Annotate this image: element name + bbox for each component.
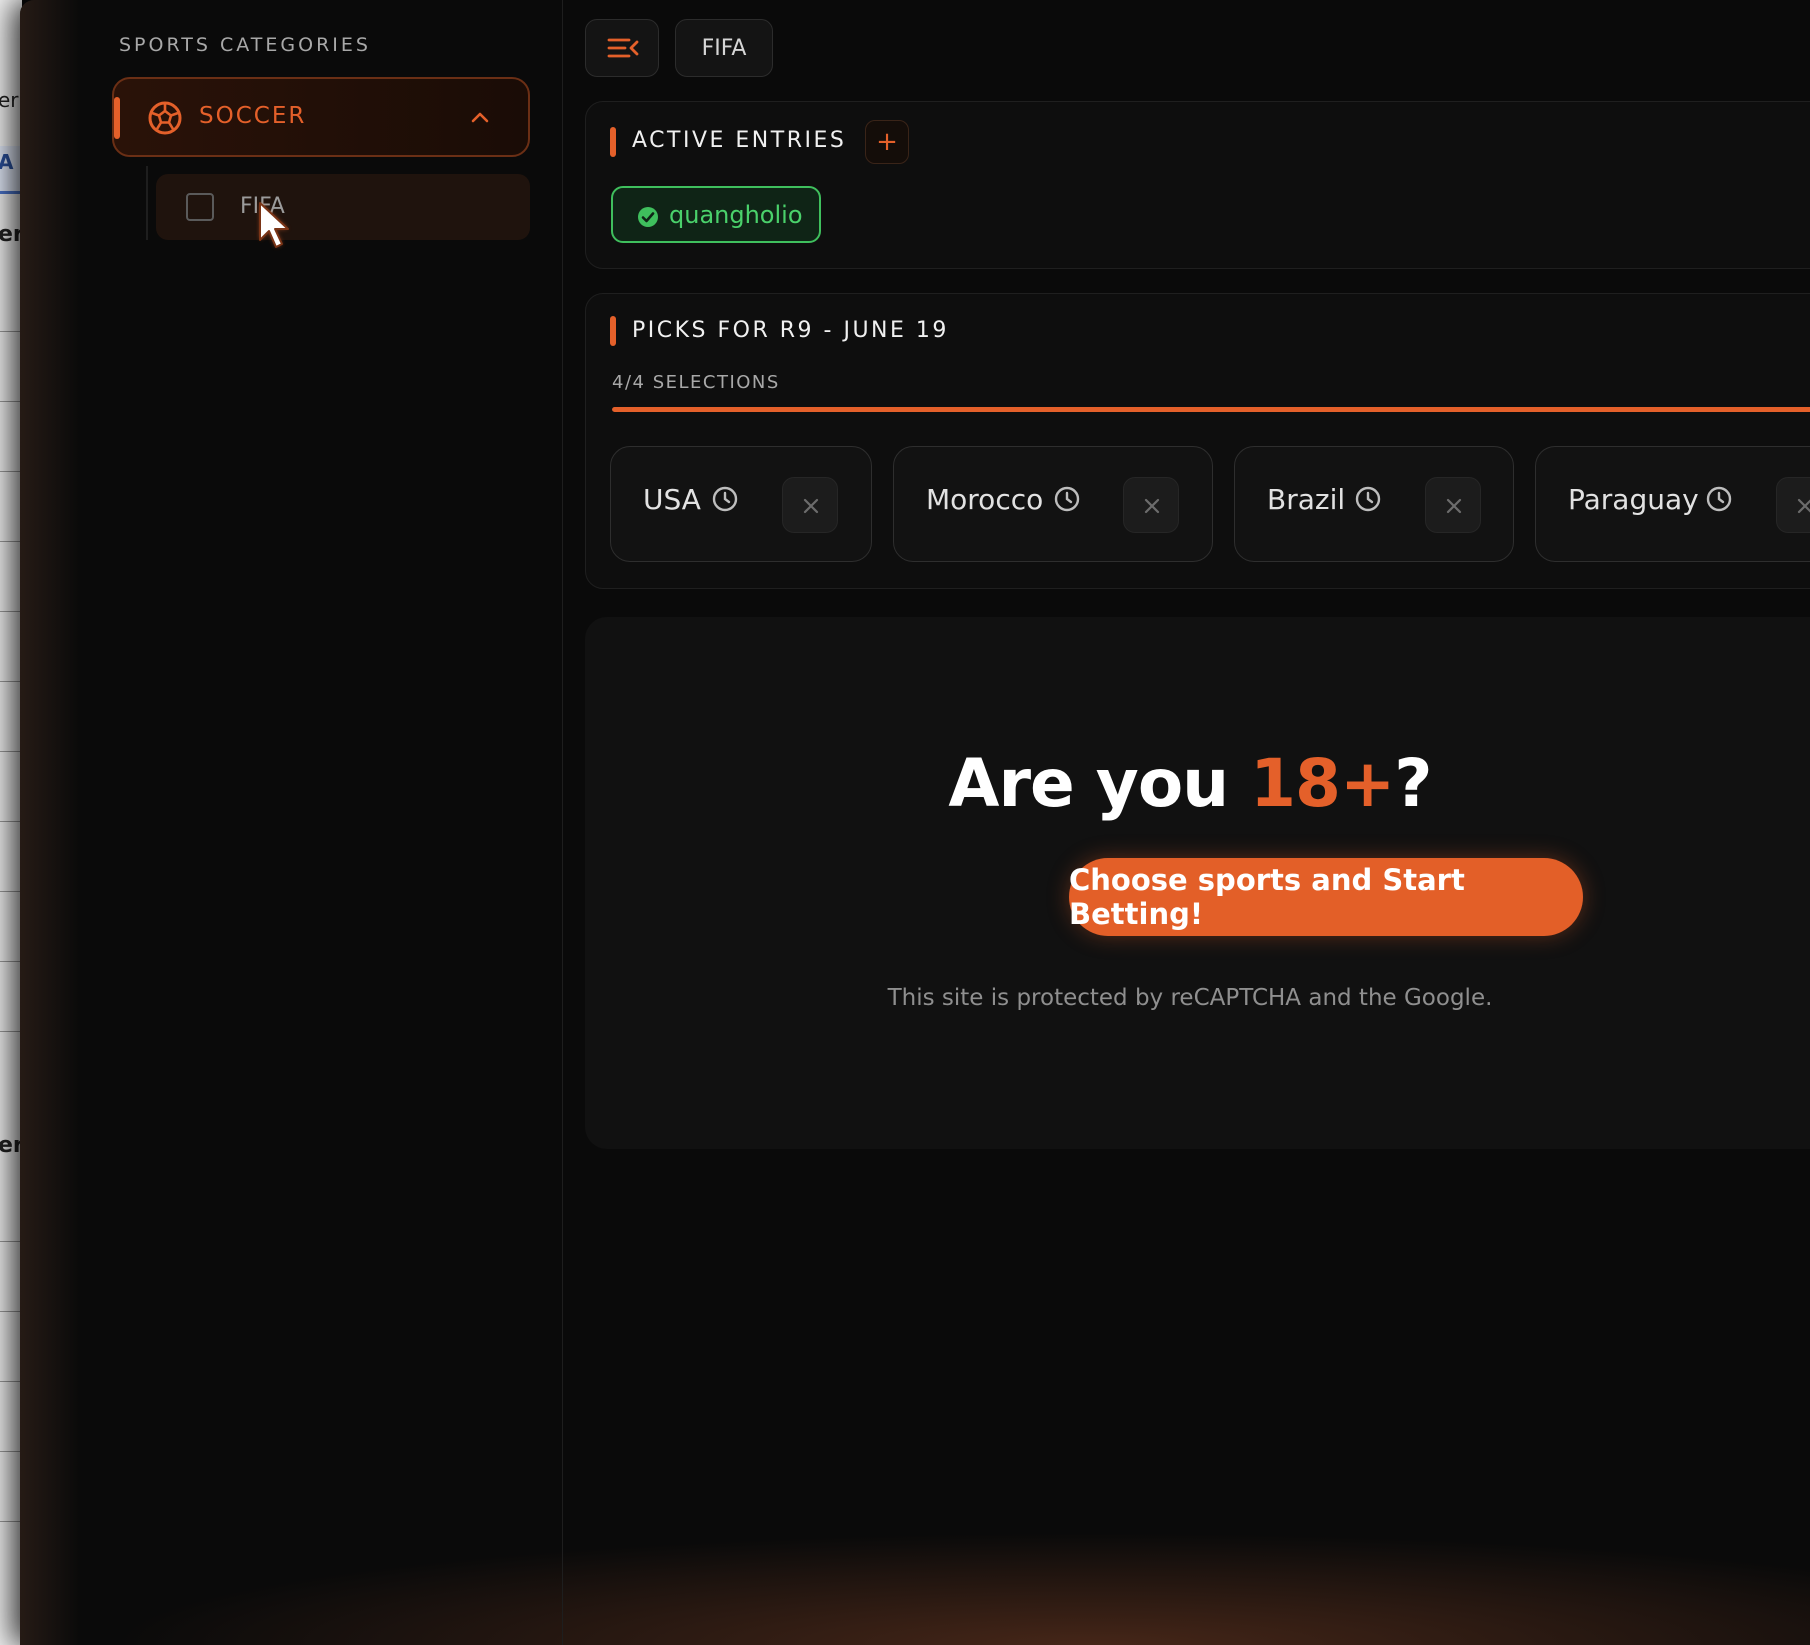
entry-chip[interactable]: quangholio <box>611 186 821 243</box>
background-gridline <box>0 471 22 472</box>
selections-progress-bar <box>612 407 1810 412</box>
picks-panel: PICKS FOR R9 - JUNE 19 4/4 SELECTIONS US… <box>585 293 1810 589</box>
start-betting-button[interactable]: Choose sports and Start Betting! <box>1069 858 1583 936</box>
remove-pick-button[interactable] <box>1425 477 1481 533</box>
pick-team-name: Brazil <box>1267 483 1346 516</box>
menu-collapse-icon <box>607 38 639 58</box>
background-text: er <box>0 222 22 247</box>
picks-title: PICKS FOR R9 - JUNE 19 <box>632 318 949 343</box>
pick-card-usa[interactable]: USA <box>610 446 872 562</box>
age-gate-title-prefix: Are you <box>948 745 1251 822</box>
background-window-edge: er A er er <box>0 0 22 1645</box>
section-accent-bar <box>610 316 616 346</box>
remove-pick-button[interactable] <box>782 477 838 533</box>
age-gate-panel: Are you 18+? Choose sports and Start Bet… <box>585 617 1810 1149</box>
league-filter-chip[interactable]: FIFA <box>675 19 773 77</box>
background-gridline <box>0 751 22 752</box>
background-text: er <box>0 88 19 112</box>
pick-team-name: Morocco <box>926 483 1044 516</box>
remove-pick-button[interactable] <box>1776 477 1810 533</box>
clock-icon <box>712 486 738 512</box>
background-gridline <box>0 611 22 612</box>
sidebar-toggle-button[interactable] <box>585 19 659 77</box>
pick-card-paraguay[interactable]: Paraguay <box>1535 446 1810 562</box>
close-icon <box>803 498 819 514</box>
background-gridline <box>0 1521 22 1522</box>
mouse-cursor-icon <box>259 202 289 248</box>
background-gridline <box>0 821 22 822</box>
background-gridline <box>0 401 22 402</box>
selections-count: 4/4 SELECTIONS <box>612 372 780 393</box>
pick-team-name: USA <box>643 483 701 516</box>
pick-card-brazil[interactable]: Brazil <box>1234 446 1514 562</box>
age-gate-title-suffix: ? <box>1394 745 1432 822</box>
background-gridline <box>0 681 22 682</box>
background-gridline <box>0 1031 22 1032</box>
background-gridline <box>0 1451 22 1452</box>
subcategory-guide-line <box>146 166 148 240</box>
background-gridline <box>0 961 22 962</box>
fifa-checkbox[interactable] <box>186 193 214 221</box>
entry-name: quangholio <box>669 201 803 229</box>
sidebar: SPORTS CATEGORIES SOCCER FIFA <box>20 0 563 1645</box>
age-gate-title: Are you 18+? <box>585 745 1795 822</box>
clock-icon <box>1355 486 1381 512</box>
active-entries-panel: ACTIVE ENTRIES + quangholio <box>585 101 1810 269</box>
pick-team-name: Paraguay <box>1568 483 1699 516</box>
background-text: er <box>0 1133 22 1158</box>
background-gridline <box>0 331 22 332</box>
section-accent-bar <box>610 127 616 157</box>
add-entry-button[interactable]: + <box>865 120 909 164</box>
close-icon <box>1144 498 1160 514</box>
background-gridline <box>0 1381 22 1382</box>
selections-progress-fill <box>612 407 1810 412</box>
background-text: A <box>0 150 14 174</box>
clock-icon <box>1054 486 1080 512</box>
age-gate-title-accent: 18+ <box>1250 745 1395 822</box>
soccer-ball-icon <box>148 101 182 135</box>
subcategory-item-fifa[interactable]: FIFA <box>156 174 530 240</box>
clock-icon <box>1706 486 1732 512</box>
close-icon <box>1446 498 1462 514</box>
recaptcha-notice: This site is protected by reCAPTCHA and … <box>887 985 1493 1011</box>
pick-card-morocco[interactable]: Morocco <box>893 446 1213 562</box>
remove-pick-button[interactable] <box>1123 477 1179 533</box>
chevron-up-icon[interactable] <box>468 106 492 130</box>
category-label: SOCCER <box>199 103 307 129</box>
background-gridline <box>0 1311 22 1312</box>
background-gridline <box>0 891 22 892</box>
close-icon <box>1797 498 1810 514</box>
category-soccer[interactable]: SOCCER <box>112 77 530 157</box>
category-active-indicator <box>114 97 120 139</box>
betting-app-window: SPORTS CATEGORIES SOCCER FIFA ACTIVE ENT… <box>20 0 1810 1645</box>
active-entries-title: ACTIVE ENTRIES <box>632 128 847 153</box>
background-gridline <box>0 1241 22 1242</box>
background-gridline <box>0 541 22 542</box>
sidebar-title: SPORTS CATEGORIES <box>119 34 371 56</box>
check-circle-icon <box>638 207 658 227</box>
